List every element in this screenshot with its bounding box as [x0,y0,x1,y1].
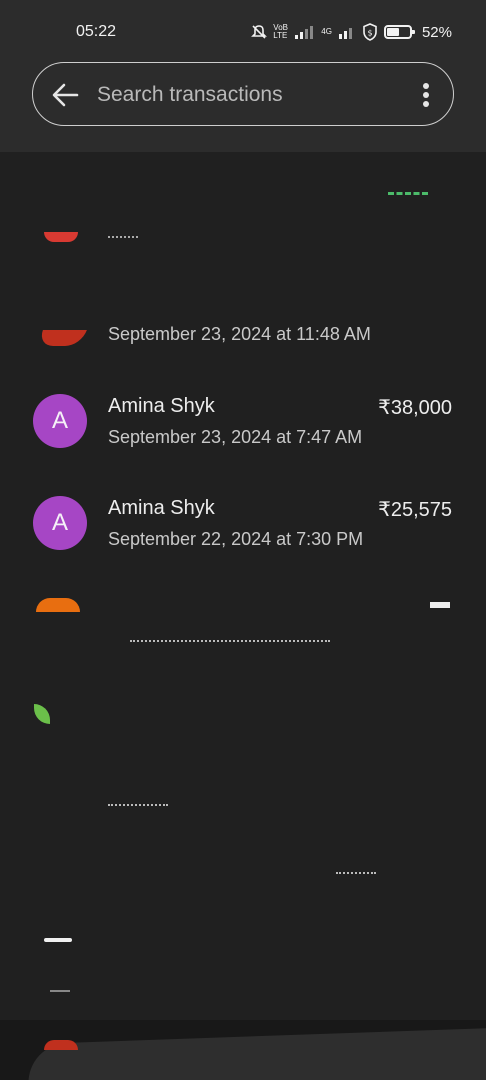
back-arrow-icon[interactable] [51,82,79,108]
search-input[interactable]: Search transactions [97,83,283,107]
redacted-avatar [44,938,72,942]
signal-icon-2 [338,28,352,39]
redacted-text [336,872,376,876]
redacted-avatar [50,990,70,992]
transaction-row[interactable]: A Amina Shyk ₹25,575 September 22, 2024 … [0,484,486,580]
signal-icon [295,26,314,39]
header: Search transactions [0,62,486,152]
redacted-avatar [36,598,80,612]
transaction-name: Amina Shyk [108,395,215,417]
avatar: A [33,394,87,448]
transaction-date: September 23, 2024 at 11:48 AM [108,324,371,344]
transaction-row[interactable]: A Amina Shyk ₹38,000 September 23, 2024 … [0,382,486,478]
search-bar[interactable]: Search transactions [32,62,454,126]
svg-text:$: $ [367,29,372,38]
status-time: 05:22 [76,23,117,40]
status-bar: 05:22 VoB LTE 4G $ 52% [0,0,486,62]
transaction-date: September 23, 2024 at 7:47 AM [108,427,363,447]
transaction-name: Amina Shyk [108,497,215,519]
redacted-text [108,232,138,238]
mute-icon [251,25,268,39]
transaction-date: September 22, 2024 at 7:30 PM [108,529,364,549]
redacted-amount [430,602,450,608]
redacted-text [108,804,168,807]
battery-fill [386,28,400,36]
redacted-avatar [44,232,78,242]
redacted-amount [388,192,428,195]
avatar [37,330,87,346]
battery-icon [383,25,415,39]
volte-label: VoB LTE [273,23,288,40]
network-label: 4G [321,27,332,36]
avatar: A [33,496,87,550]
transaction-list: September 23, 2024 at 11:48 AM A Amina S… [0,152,486,1020]
redacted-avatar [44,1040,78,1050]
more-vert-icon[interactable] [421,81,431,109]
transaction-amount: ₹38,000 [378,397,452,419]
status-icons: VoB LTE 4G $ 52% [251,21,452,43]
transaction-amount: ₹25,575 [378,499,452,521]
redacted-avatar [34,704,50,724]
vpn-shield-icon: $ [363,23,377,41]
battery-percent: 52% [421,23,452,41]
redacted-text [130,640,330,644]
